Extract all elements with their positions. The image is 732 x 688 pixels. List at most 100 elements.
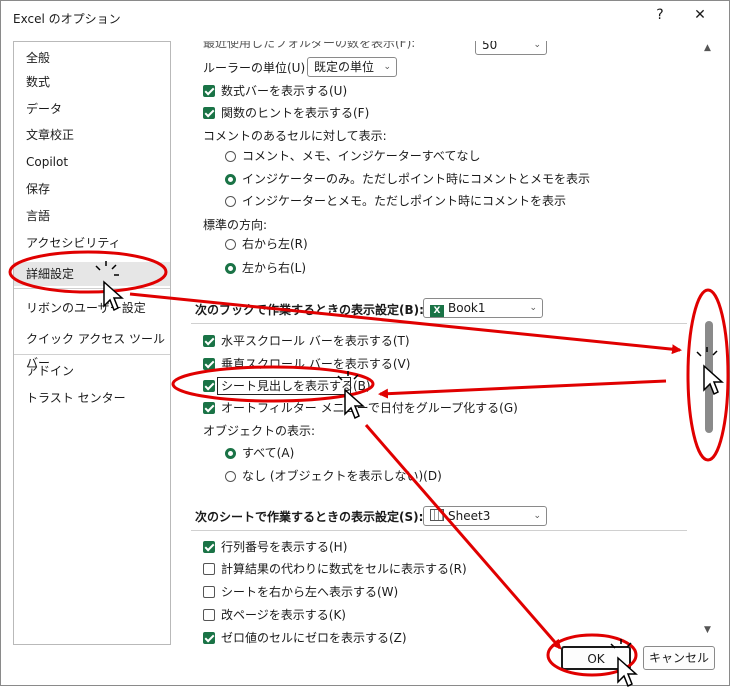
- sidebar-item-add-ins[interactable]: アドイン: [14, 359, 170, 383]
- scroll-down-icon[interactable]: ▼: [704, 625, 711, 635]
- chevron-down-icon: ⌄: [533, 41, 541, 50]
- sidebar-item-customize-ribbon[interactable]: リボンのユーザー設定: [14, 296, 170, 320]
- autofilter-group-checkbox[interactable]: オートフィルター メニューで日付をグループ化する(G): [203, 398, 518, 418]
- scrollbar-thumb[interactable]: [705, 321, 713, 433]
- focus-outline: [217, 377, 351, 395]
- radio-off-icon: [225, 151, 236, 162]
- page-breaks-checkbox[interactable]: 改ページを表示する(K): [203, 605, 346, 625]
- vscroll-label: 垂直スクロール バーを表示する(V): [221, 357, 411, 371]
- show-formulas-checkbox[interactable]: 計算結果の代わりに数式をセルに表示する(R): [203, 559, 467, 579]
- ruler-units-select[interactable]: 既定の単位 ⌄: [307, 57, 397, 77]
- hscroll-checkbox[interactable]: 水平スクロール バーを表示する(T): [203, 331, 410, 351]
- function-tips-label: 関数のヒントを表示する(F): [221, 106, 370, 120]
- objects-all-radio[interactable]: すべて(A): [225, 443, 294, 463]
- checkbox-checked-icon: [203, 335, 215, 347]
- workbook-section-title: 次のブックで作業するときの表示設定(B):: [195, 303, 424, 317]
- chevron-down-icon: ⌄: [533, 511, 541, 521]
- sidebar-item-advanced[interactable]: 詳細設定: [14, 262, 170, 286]
- radio-on-icon: [225, 263, 236, 274]
- workbook-select[interactable]: X Book1 ⌄: [423, 298, 543, 318]
- comment-option-indicator[interactable]: インジケーターのみ。ただしポイント時にコメントとメモを表示: [225, 169, 590, 189]
- row-col-headers-label: 行列番号を表示する(H): [221, 540, 348, 554]
- checkbox-checked-icon: [203, 85, 215, 97]
- objects-none-radio[interactable]: なし (オブジェクトを表示しない)(D): [225, 466, 442, 486]
- scroll-up-icon[interactable]: ▲: [704, 43, 711, 53]
- zero-values-label: ゼロ値のセルにゼロを表示する(Z): [221, 631, 407, 645]
- direction-rtl-radio[interactable]: 右から左(R): [225, 234, 308, 254]
- sidebar-item-language[interactable]: 言語: [14, 204, 170, 228]
- sidebar-item-general[interactable]: 全般: [14, 46, 170, 70]
- ruler-units-label: ルーラーの単位(U): [203, 61, 306, 75]
- radio-on-icon: [225, 174, 236, 185]
- section-divider: [191, 530, 687, 531]
- sidebar-item-accessibility[interactable]: アクセシビリティ: [14, 231, 170, 255]
- vscroll-checkbox[interactable]: 垂直スクロール バーを表示する(V): [203, 354, 410, 374]
- excel-icon: X: [430, 305, 444, 317]
- title-bar: Excel のオプション ? ✕: [1, 1, 729, 33]
- objects-none-label: なし (オブジェクトを表示しない)(D): [242, 469, 442, 483]
- function-tips-checkbox[interactable]: 関数のヒントを表示する(F): [203, 103, 369, 123]
- rtl-sheet-checkbox[interactable]: シートを右から左へ表示する(W): [203, 582, 398, 602]
- sidebar-item-proofing[interactable]: 文章校正: [14, 123, 170, 147]
- recent-folders-value: 50: [482, 41, 498, 52]
- comment-option-indicator-notes[interactable]: インジケーターとメモ。ただしポイント時にコメントを表示: [225, 191, 566, 211]
- checkbox-checked-icon: [203, 358, 215, 370]
- radio-on-icon: [225, 448, 236, 459]
- options-dialog: Excel のオプション ? ✕ 全般 数式 データ 文章校正 Copilot …: [0, 0, 730, 686]
- direction-ltr-radio[interactable]: 左から右(L): [225, 258, 306, 278]
- checkbox-checked-icon: [203, 107, 215, 119]
- sheet-section-title: 次のシートで作業するときの表示設定(S):: [195, 510, 424, 524]
- recent-folders-label: 最近使用したフォルダーの数を表示(F):: [203, 41, 416, 50]
- radio-off-icon: [225, 196, 236, 207]
- hscroll-label: 水平スクロール バーを表示する(T): [221, 334, 410, 348]
- sidebar-item-save[interactable]: 保存: [14, 177, 170, 201]
- sidebar-divider: [14, 288, 170, 289]
- checkbox-unchecked-icon: [203, 609, 215, 621]
- page-breaks-label: 改ページを表示する(K): [221, 608, 346, 622]
- comment-option-none-label: コメント、メモ、インジケーターすべてなし: [242, 149, 481, 163]
- direction-heading: 標準の方向:: [203, 218, 268, 232]
- sidebar-item-trust-center[interactable]: トラスト センター: [14, 386, 170, 410]
- advanced-options-pane: 最近使用したフォルダーの数を表示(F): 50 ⌄ ルーラーの単位(U) 既定の単…: [191, 41, 701, 645]
- row-col-headers-checkbox[interactable]: 行列番号を表示する(H): [203, 537, 347, 557]
- radio-off-icon: [225, 471, 236, 482]
- checkbox-checked-icon: [203, 541, 215, 553]
- cancel-button[interactable]: キャンセル: [643, 646, 715, 670]
- comment-option-none[interactable]: コメント、メモ、インジケーターすべてなし: [225, 146, 480, 166]
- sheet-grid-icon: [430, 509, 444, 521]
- sidebar-item-quick-access-toolbar[interactable]: クイック アクセス ツール バー: [14, 327, 170, 370]
- formula-bar-label: 数式バーを表示する(U): [221, 84, 348, 98]
- sheet-select[interactable]: Sheet3 ⌄: [423, 506, 547, 526]
- sidebar-divider: [14, 354, 170, 355]
- checkbox-unchecked-icon: [203, 563, 215, 575]
- checkbox-checked-icon: [203, 632, 215, 644]
- autofilter-group-label: オートフィルター メニューで日付をグループ化する(G): [221, 401, 518, 415]
- sidebar: 全般 数式 データ 文章校正 Copilot 保存 言語 アクセシビリティ 詳細…: [13, 41, 171, 645]
- sheet-value: Sheet3: [448, 509, 491, 523]
- checkbox-checked-icon: [203, 402, 215, 414]
- ok-button[interactable]: OK: [561, 646, 631, 670]
- help-button[interactable]: ?: [649, 7, 671, 27]
- objects-all-label: すべて(A): [242, 446, 295, 460]
- chevron-down-icon: ⌄: [529, 303, 537, 313]
- rtl-sheet-label: シートを右から左へ表示する(W): [221, 585, 399, 599]
- workbook-value: Book1: [448, 301, 486, 315]
- sidebar-item-data[interactable]: データ: [14, 97, 170, 121]
- direction-rtl-label: 右から左(R): [242, 237, 308, 251]
- sidebar-item-formulas[interactable]: 数式: [14, 70, 170, 94]
- close-icon[interactable]: ✕: [687, 7, 713, 27]
- dialog-title: Excel のオプション: [13, 12, 121, 26]
- sidebar-item-copilot[interactable]: Copilot: [14, 150, 170, 174]
- zero-values-checkbox[interactable]: ゼロ値のセルにゼロを表示する(Z): [203, 628, 407, 645]
- direction-ltr-label: 左から右(L): [242, 261, 307, 275]
- formula-bar-checkbox[interactable]: 数式バーを表示する(U): [203, 81, 347, 101]
- show-formulas-label: 計算結果の代わりに数式をセルに表示する(R): [221, 562, 467, 576]
- checkbox-unchecked-icon: [203, 586, 215, 598]
- checkbox-checked-icon: [203, 380, 215, 392]
- recent-folders-select[interactable]: 50 ⌄: [475, 41, 547, 55]
- radio-off-icon: [225, 239, 236, 250]
- ruler-units-value: 既定の単位: [314, 60, 375, 74]
- comments-heading: コメントのあるセルに対して表示:: [203, 129, 387, 143]
- comment-option-indicator-notes-label: インジケーターとメモ。ただしポイント時にコメントを表示: [242, 194, 567, 208]
- objects-heading: オブジェクトの表示:: [203, 424, 316, 438]
